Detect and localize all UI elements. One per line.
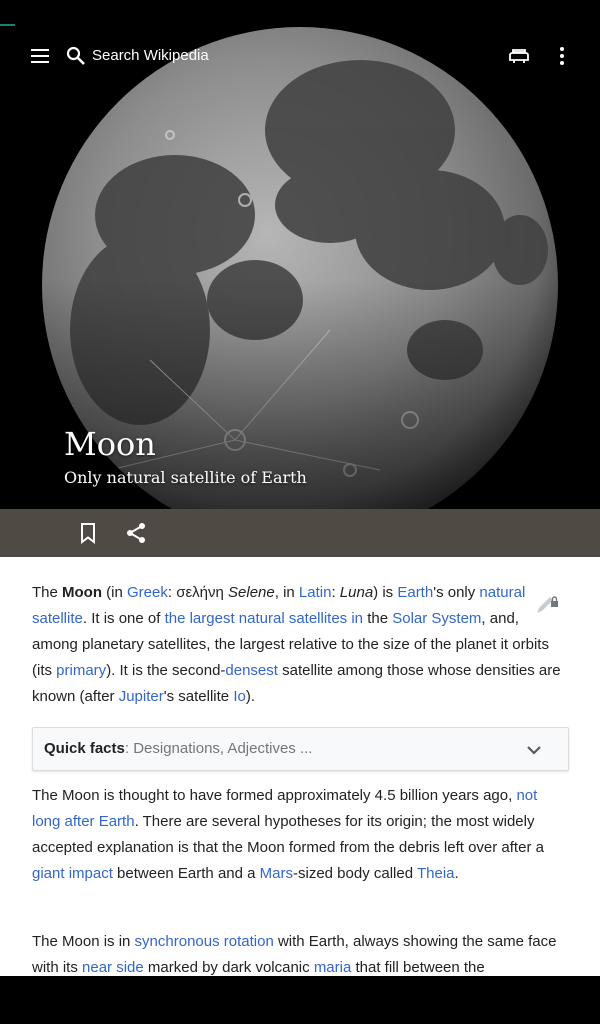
- system-navigation-bar: [0, 976, 600, 1024]
- link-largest-satellites[interactable]: the largest natural satellites in: [165, 610, 363, 627]
- text: ). It is the second-: [106, 662, 226, 679]
- text: The: [32, 584, 63, 601]
- text: between Earth and a: [112, 865, 260, 882]
- chevron-down-icon[interactable]: [522, 738, 546, 762]
- link-mars[interactable]: Mars: [260, 865, 293, 882]
- text: :: [331, 584, 340, 601]
- text: .: [454, 865, 459, 882]
- text: -sized body called: [293, 865, 417, 882]
- text: ) is: [373, 584, 398, 601]
- lead-paragraph: The Moon (in Greek: σελήνη Selene, in La…: [32, 580, 562, 710]
- link-primary[interactable]: primary: [56, 662, 106, 679]
- link-io[interactable]: Io: [233, 688, 246, 705]
- link-latin[interactable]: Latin: [299, 584, 332, 601]
- quick-facts-box[interactable]: Quick facts: Designations, Adjectives ..…: [32, 727, 569, 771]
- text: the: [363, 610, 393, 627]
- toolbar: Search Wikipedia: [0, 30, 600, 82]
- text: The Moon is in: [32, 933, 135, 950]
- page-action-bar: [0, 509, 600, 557]
- text: that fill between the: [351, 959, 485, 976]
- text: 's satellite: [163, 688, 234, 705]
- search-icon[interactable]: [64, 44, 88, 68]
- more-vert-icon[interactable]: [550, 44, 574, 68]
- title-block: Moon Only natural satellite of Earth: [64, 424, 307, 487]
- text: . It is one of: [82, 610, 165, 627]
- italic-term: Luna: [339, 584, 374, 601]
- link-solar-system[interactable]: Solar System: [392, 610, 481, 627]
- page-description: Only natural satellite of Earth: [64, 468, 307, 487]
- text: ).: [245, 688, 255, 705]
- share-icon[interactable]: [124, 521, 148, 545]
- quick-facts-text: Quick facts: Designations, Adjectives ..…: [44, 740, 312, 757]
- link-earth[interactable]: Earth: [397, 584, 433, 601]
- quick-facts-summary: : Designations, Adjectives ...: [124, 740, 313, 757]
- link-near-side[interactable]: near side: [82, 959, 144, 976]
- reading-lists-icon[interactable]: [508, 44, 532, 68]
- italic-term: Selene: [228, 584, 275, 601]
- quick-facts-label: Quick facts: [44, 740, 125, 757]
- paragraph: The Moon is in synchronous rotation with…: [32, 929, 562, 976]
- bookmark-icon[interactable]: [76, 521, 100, 545]
- paragraph: The Moon is thought to have formed appro…: [32, 783, 562, 887]
- link-giant-impact[interactable]: giant impact: [32, 865, 113, 882]
- link-jupiter[interactable]: Jupiter: [119, 688, 164, 705]
- link-densest[interactable]: densest: [225, 662, 278, 679]
- text: 's only: [433, 584, 480, 601]
- page-title: Moon: [64, 425, 156, 463]
- search-input[interactable]: Search Wikipedia: [92, 47, 209, 64]
- menu-icon[interactable]: [28, 44, 52, 68]
- loading-indicator: [0, 24, 15, 26]
- link-greek[interactable]: Greek: [127, 584, 168, 601]
- bold-term: Moon: [62, 584, 102, 601]
- text: marked by dark volcanic: [143, 959, 314, 976]
- text: , in: [274, 584, 299, 601]
- link-maria[interactable]: maria: [314, 959, 352, 976]
- edit-lock-icon[interactable]: [532, 591, 560, 619]
- text: : σελήνη: [167, 584, 229, 601]
- link-theia[interactable]: Theia: [417, 865, 455, 882]
- text: (in: [102, 584, 128, 601]
- link-synchronous-rotation[interactable]: synchronous rotation: [135, 933, 274, 950]
- text: The Moon is thought to have formed appro…: [32, 787, 517, 804]
- article-content: The Moon (in Greek: σελήνη Selene, in La…: [0, 557, 600, 976]
